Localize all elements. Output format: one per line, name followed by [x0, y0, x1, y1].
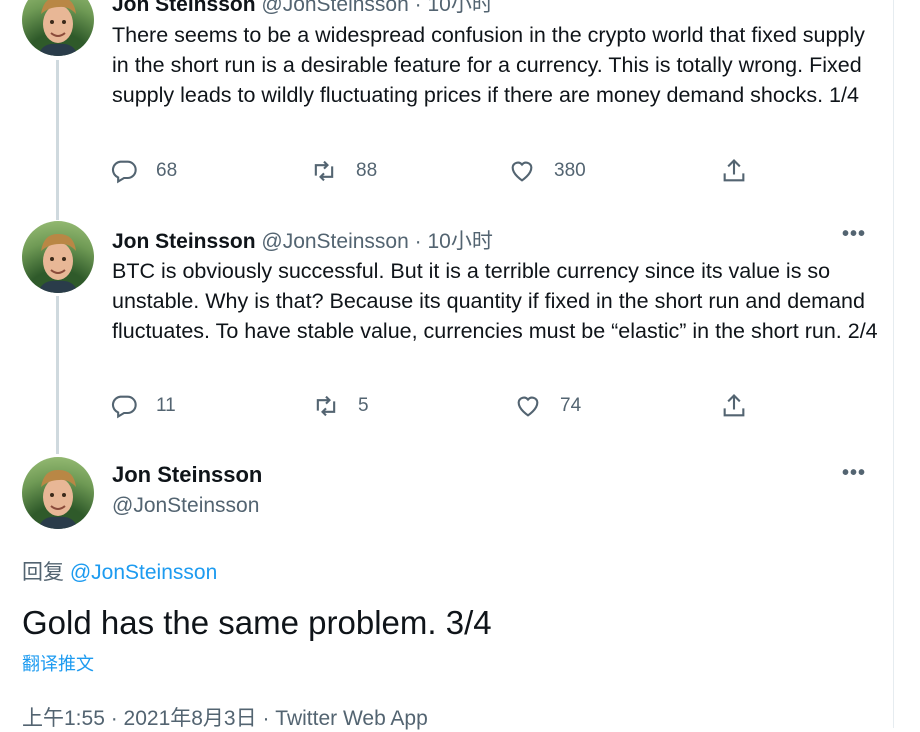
tweet-time[interactable]: 10小时 [427, 230, 492, 253]
timeline-border [893, 0, 894, 728]
tweet-actions: 11 5 74 [110, 392, 760, 422]
reply-button[interactable]: 68 [110, 157, 177, 185]
avatar[interactable] [22, 221, 94, 293]
retweet-button[interactable]: 88 [310, 157, 377, 185]
separator: · [414, 0, 422, 16]
replying-to: 回复 @JonSteinsson [22, 556, 217, 586]
avatar-face-icon [38, 469, 78, 529]
retweet-icon [316, 395, 336, 417]
reply-to-link[interactable]: @JonSteinsson [70, 561, 217, 584]
like-button[interactable]: 74 [514, 392, 581, 420]
more-icon[interactable]: ••• [842, 0, 866, 9]
avatar-face-icon [38, 233, 78, 293]
retweet-count: 88 [356, 160, 378, 181]
reply-icon [111, 395, 137, 419]
share-button[interactable] [720, 392, 766, 420]
tweet-text: There seems to be a widespread confusion… [112, 23, 865, 107]
like-icon [511, 161, 533, 182]
tweet-text: Gold has the same problem. 3/4 [22, 604, 492, 641]
reply-icon [111, 160, 137, 184]
like-count: 380 [554, 160, 586, 181]
author-handle[interactable]: @JonSteinsson [261, 230, 408, 253]
author-handle[interactable]: @JonSteinsson [112, 494, 259, 518]
share-icon [723, 394, 745, 417]
reply-button[interactable]: 11 [110, 392, 176, 420]
avatar-face-icon [38, 0, 78, 56]
reply-count: 11 [156, 395, 176, 416]
share-button[interactable] [720, 157, 766, 185]
author-handle[interactable]: @JonSteinsson [261, 0, 408, 16]
thread-connector [56, 296, 59, 454]
tweet-header: Jon Steinsson @JonSteinsson · 10小时 [112, 0, 493, 18]
tweet-time[interactable]: 10小时 [427, 0, 492, 16]
more-icon[interactable]: ••• [842, 223, 866, 246]
tweet-actions: 68 88 380 [110, 157, 760, 187]
author-name[interactable]: Jon Steinsson [112, 462, 262, 488]
reply-count: 68 [156, 160, 178, 181]
more-icon[interactable]: ••• [842, 462, 866, 485]
author-name[interactable]: Jon Steinsson [112, 230, 256, 253]
separator: · [414, 230, 422, 253]
like-button[interactable]: 380 [508, 157, 586, 185]
reply-prefix: 回复 [22, 561, 64, 584]
tweet-text: BTC is obviously successful. But it is a… [112, 259, 878, 343]
retweet-count: 5 [358, 395, 369, 416]
translate-link[interactable]: 翻译推文 [22, 650, 94, 676]
avatar[interactable] [22, 457, 94, 529]
share-icon [723, 159, 745, 182]
author-name[interactable]: Jon Steinsson [112, 0, 256, 16]
like-icon [517, 396, 539, 417]
like-count: 74 [560, 395, 582, 416]
retweet-button[interactable]: 5 [312, 392, 369, 420]
thread-connector [56, 60, 59, 220]
retweet-icon [314, 160, 334, 182]
tweet-header: Jon Steinsson @JonSteinsson · 10小时 [112, 225, 493, 255]
avatar[interactable] [22, 0, 94, 56]
